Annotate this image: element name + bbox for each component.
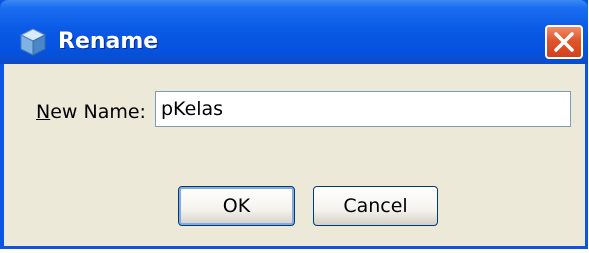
new-name-input[interactable] [155,91,571,127]
cube-icon [18,27,48,57]
dialog-body: New Name: OK Cancel [4,64,585,246]
cancel-button[interactable]: Cancel [313,186,438,226]
close-icon [554,32,574,52]
window-title: Rename [58,29,159,54]
label-rest: ew Name: [50,101,146,123]
rename-dialog: Rename New Name: OK Cancel [0,0,588,249]
title-bar[interactable]: Rename [0,0,588,64]
label-mnemonic: N [36,101,51,123]
ok-button[interactable]: OK [178,186,295,226]
close-button[interactable] [545,25,583,59]
new-name-label: New Name: [36,100,146,124]
